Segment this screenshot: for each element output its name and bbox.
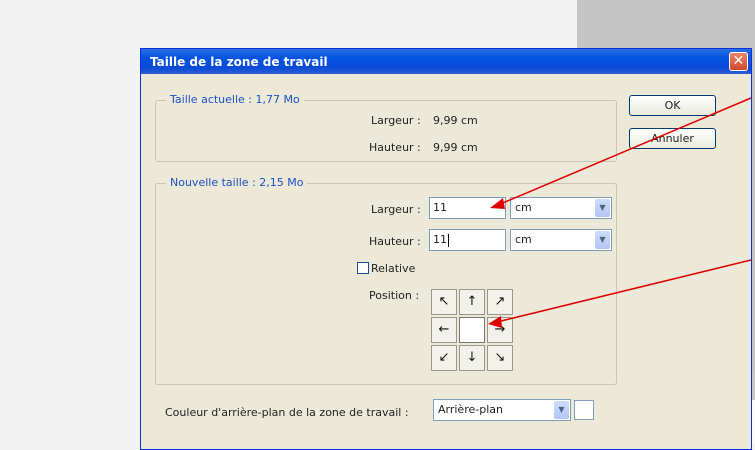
annotation-arrowhead-width: [490, 198, 505, 209]
annotation-arrow-width: [497, 97, 752, 206]
annotation-arrow-anchor: [496, 259, 752, 323]
annotation-arrowhead-anchor: [488, 316, 502, 328]
annotation-arrows: [488, 97, 752, 328]
